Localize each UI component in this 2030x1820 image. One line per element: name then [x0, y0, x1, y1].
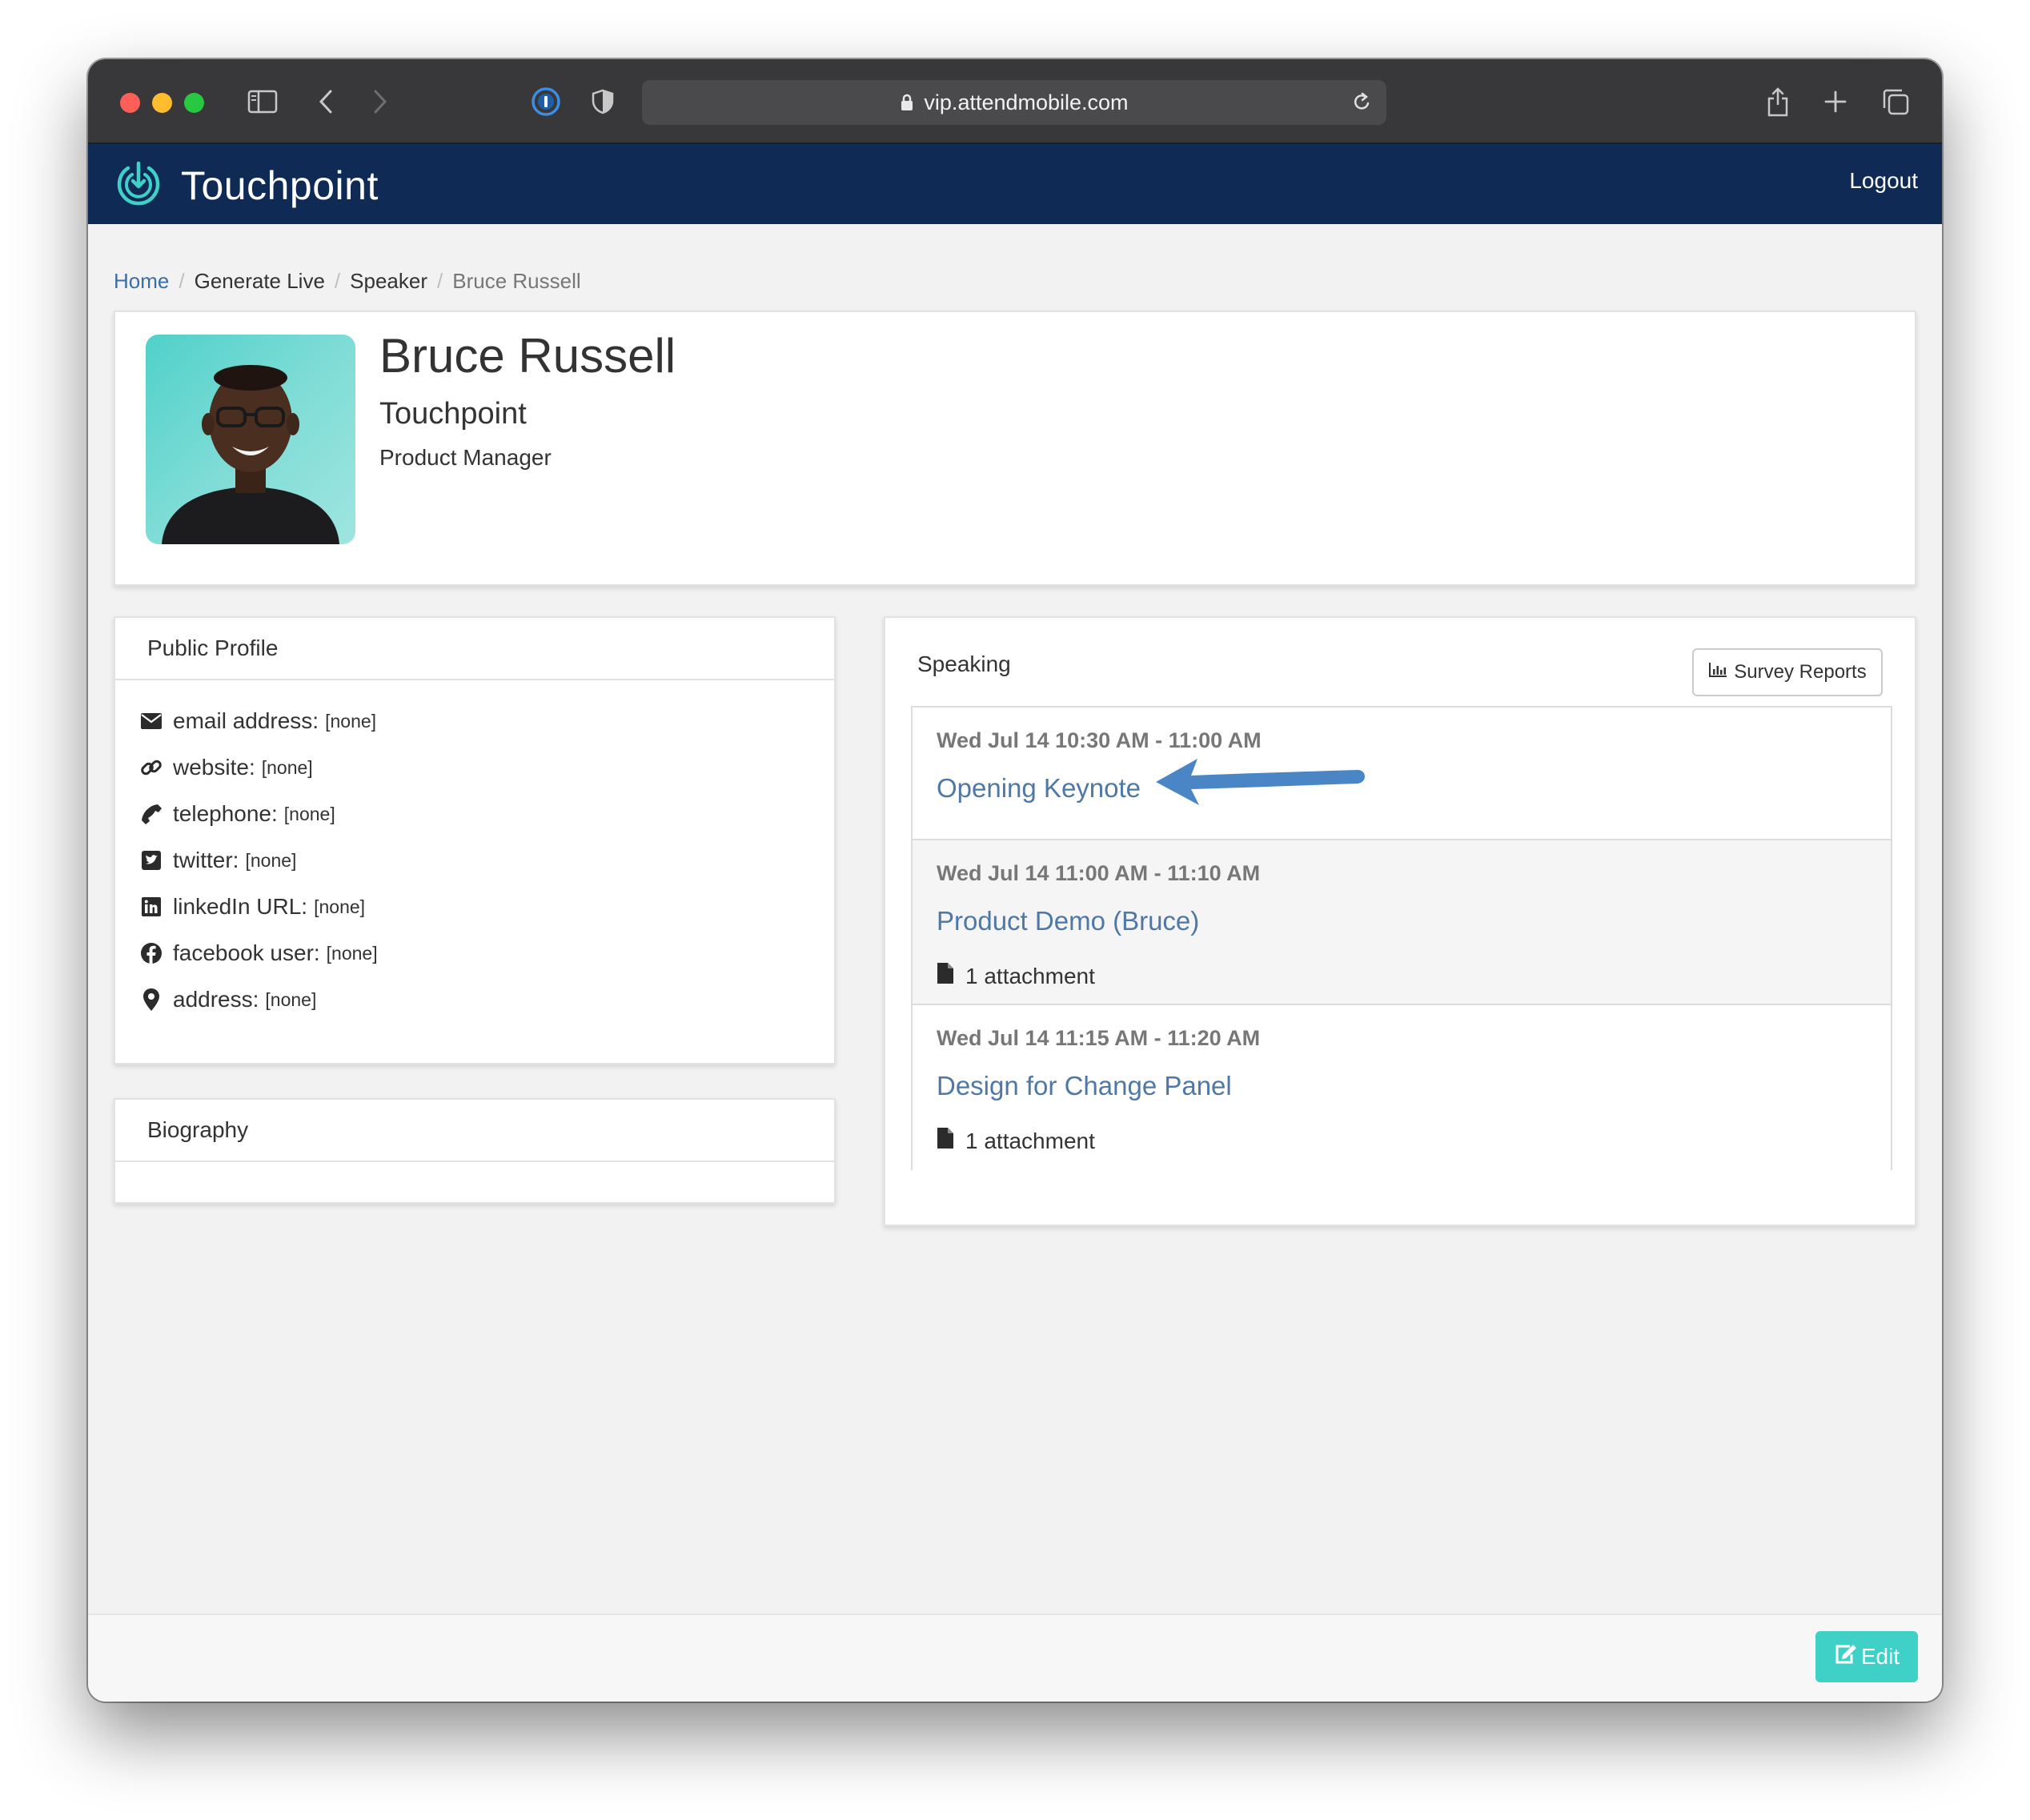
session-list: Wed Jul 14 10:30 AM - 11:00 AM Opening K…	[911, 706, 1892, 1170]
file-icon	[937, 1127, 965, 1155]
contact-telephone: telephone: [none]	[139, 791, 378, 837]
contact-value: [none]	[265, 988, 317, 1010]
linkedin-icon	[139, 896, 163, 917]
contact-label: telephone:	[173, 801, 278, 826]
session-title-link[interactable]: Product Demo (Bruce)	[937, 906, 1199, 936]
session-attachment[interactable]: 1 attachment	[937, 1127, 1095, 1155]
breadcrumb-speaker[interactable]: Speaker	[350, 269, 427, 294]
contact-twitter: twitter: [none]	[139, 837, 378, 884]
speaker-profile-card: Bruce Russell Touchpoint Product Manager	[114, 311, 1916, 586]
url-text: vip.attendmobile.com	[924, 90, 1129, 114]
password-manager-icon[interactable]	[530, 80, 562, 123]
session-item: Wed Jul 14 11:00 AM - 11:10 AM Product D…	[913, 840, 1891, 1005]
breadcrumb-separator: /	[437, 269, 443, 293]
speaking-heading: Speaking	[917, 651, 1011, 676]
privacy-shield-icon[interactable]	[589, 80, 616, 123]
biography-panel: Biography	[114, 1098, 836, 1204]
survey-reports-button[interactable]: Survey Reports	[1692, 648, 1883, 696]
reload-icon[interactable]	[1351, 91, 1372, 119]
contact-label: linkedIn URL:	[173, 894, 308, 919]
contact-label: website:	[173, 755, 255, 780]
breadcrumb-current: Bruce Russell	[452, 269, 581, 293]
breadcrumb: Home / Generate Live / Speaker / Bruce R…	[114, 269, 581, 294]
new-tab-icon[interactable]	[1822, 80, 1849, 123]
back-icon[interactable]	[314, 80, 338, 123]
edit-button[interactable]: Edit	[1815, 1631, 1918, 1682]
share-icon[interactable]	[1764, 80, 1791, 123]
minimize-window-button[interactable]	[152, 93, 172, 113]
contact-value: [none]	[245, 849, 297, 871]
contact-linkedin: linkedIn URL: [none]	[139, 884, 378, 930]
map-marker-icon	[139, 988, 163, 1012]
public-profile-heading: Public Profile	[115, 618, 834, 680]
attachment-label: 1 attachment	[965, 963, 1095, 988]
sidebar-icon[interactable]	[245, 80, 280, 123]
maximize-window-button[interactable]	[184, 93, 204, 113]
forward-icon[interactable]	[368, 80, 392, 123]
session-item: Wed Jul 14 11:15 AM - 11:20 AM Design fo…	[913, 1005, 1891, 1170]
speaker-job-title: Product Manager	[379, 445, 552, 470]
session-item: Wed Jul 14 10:30 AM - 11:00 AM Opening K…	[913, 708, 1891, 840]
contact-address: address: [none]	[139, 976, 378, 1023]
contact-label: address:	[173, 987, 259, 1012]
speaker-name: Bruce Russell	[379, 329, 676, 383]
file-icon	[937, 962, 965, 990]
contact-value: [none]	[283, 803, 335, 824]
contact-email: email address: [none]	[139, 698, 378, 744]
speaker-company: Touchpoint	[379, 397, 527, 431]
public-profile-panel: Public Profile email address: [none] web…	[114, 616, 836, 1064]
envelope-icon	[139, 712, 163, 730]
annotation-arrow	[1156, 759, 1365, 805]
edit-icon	[1834, 1643, 1861, 1671]
avatar	[146, 335, 355, 544]
logout-link[interactable]: Logout	[1849, 168, 1918, 194]
breadcrumb-generate-live[interactable]: Generate Live	[195, 269, 325, 294]
session-title-link[interactable]: Opening Keynote	[937, 773, 1141, 804]
app-header: Touchpoint Logout	[88, 144, 1942, 224]
bar-chart-icon	[1708, 661, 1734, 684]
speaking-panel: Speaking Survey Reports Wed Jul 14 10:30…	[884, 616, 1916, 1226]
close-window-button[interactable]	[120, 93, 140, 113]
breadcrumb-home[interactable]: Home	[114, 269, 169, 294]
contact-value: [none]	[326, 942, 378, 964]
phone-icon	[139, 803, 163, 825]
session-title-link[interactable]: Design for Change Panel	[937, 1071, 1232, 1101]
breadcrumb-separator: /	[179, 269, 185, 293]
twitter-square-icon	[139, 850, 163, 871]
browser-toolbar: vip.attendmobile.com	[88, 59, 1942, 144]
contact-list: email address: [none] website: [none] te…	[139, 698, 378, 1023]
session-attachment[interactable]: 1 attachment	[937, 962, 1095, 990]
browser-window: vip.attendmobile.com Touchpoint Logout H…	[88, 59, 1942, 1702]
facebook-icon	[139, 942, 163, 964]
brand-name: Touchpoint	[181, 162, 379, 208]
touchpoint-logo-icon	[114, 158, 163, 212]
contact-label: facebook user:	[173, 940, 320, 965]
address-bar[interactable]: vip.attendmobile.com	[642, 80, 1386, 125]
session-time: Wed Jul 14 10:30 AM - 11:00 AM	[937, 728, 1262, 752]
contact-value: [none]	[261, 756, 313, 778]
contact-value: [none]	[314, 896, 366, 917]
attachment-label: 1 attachment	[965, 1128, 1095, 1153]
survey-reports-label: Survey Reports	[1734, 661, 1867, 683]
contact-facebook: facebook user: [none]	[139, 930, 378, 976]
session-time: Wed Jul 14 11:00 AM - 11:10 AM	[937, 861, 1261, 885]
breadcrumb-separator: /	[334, 269, 341, 293]
contact-label: twitter:	[173, 848, 239, 872]
contact-label: email address:	[173, 708, 319, 733]
tab-overview-icon[interactable]	[1880, 80, 1912, 123]
page-footer: Edit	[88, 1614, 1942, 1702]
brand[interactable]: Touchpoint	[114, 158, 379, 212]
link-icon	[139, 756, 163, 779]
session-time: Wed Jul 14 11:15 AM - 11:20 AM	[937, 1026, 1261, 1050]
contact-website: website: [none]	[139, 744, 378, 791]
contact-value: [none]	[325, 710, 377, 732]
edit-label: Edit	[1860, 1644, 1900, 1669]
lock-icon	[900, 93, 914, 112]
biography-heading: Biography	[115, 1100, 834, 1162]
